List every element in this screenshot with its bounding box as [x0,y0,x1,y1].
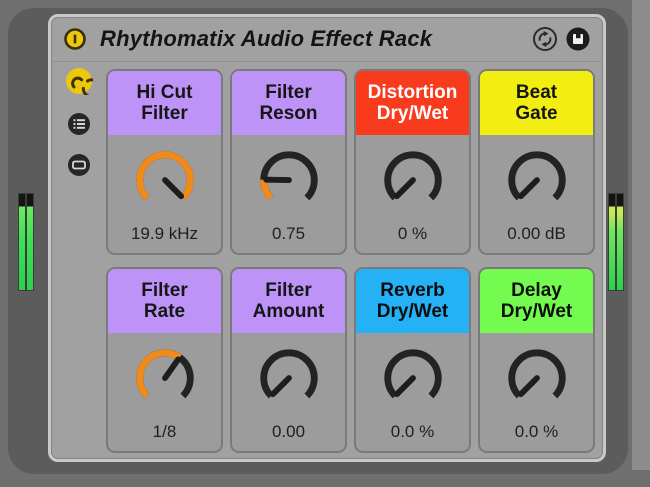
macro-name-line2: Rate [143,301,186,322]
macro-name-line2: Gate [515,103,558,124]
macro-knob[interactable] [254,345,324,415]
macro-control-hi-cut-filter: Hi Cut Filter 19.9 kHz [106,69,223,255]
macro-knob[interactable] [130,147,200,217]
macro-value[interactable]: 19.9 kHz [108,224,221,244]
meter-bar [617,194,623,290]
macro-name-line2: Dry/Wet [376,103,449,124]
knob-pointer [393,177,416,200]
macro-knob[interactable] [502,147,572,217]
macro-body: 0.0 % [480,333,593,451]
macro-name-line1: Filter [265,82,312,103]
device-activator-button[interactable] [63,27,87,51]
macro-name-label: Reverb Dry/Wet [356,269,469,333]
rack-title-bar: Rhythomatix Audio Effect Rack [51,17,603,62]
macro-spiral-icon [66,68,102,99]
save-preset-icon [566,27,590,51]
macro-value[interactable]: 0.0 % [480,422,593,442]
macro-value[interactable]: 0.00 [232,422,345,442]
macro-body: 0.00 [232,333,345,451]
macro-name-line2: Amount [252,301,325,322]
audio-effect-rack: Rhythomatix Audio Effect Rack Hi Cut Fil… [48,14,606,462]
macro-name-line1: Beat [515,82,558,103]
macro-grid: Hi Cut Filter 19.9 kHz Filter Reson 0.75 [106,69,595,453]
macro-knob[interactable] [378,147,448,217]
macro-control-filter-reson: Filter Reson 0.75 [230,69,347,255]
macro-name-label: Hi Cut Filter [108,71,221,135]
show-macros-button[interactable] [65,67,102,100]
macro-name-line1: Filter [265,280,312,301]
macro-body: 19.9 kHz [108,135,221,253]
knob-ring [507,349,566,399]
macro-name-label: Distortion Dry/Wet [356,71,469,135]
macro-name-label: Filter Rate [108,269,221,333]
knob-pointer [161,356,181,381]
macro-name-label: Beat Gate [480,71,593,135]
macro-value[interactable]: 0.0 % [356,422,469,442]
rack-title[interactable]: Rhythomatix Audio Effect Rack [100,26,432,52]
show-devices-button[interactable] [67,153,91,182]
macro-knob[interactable] [254,147,324,217]
rack-view-sidebar [61,67,102,182]
device-view-right-gutter [632,0,650,470]
macro-body: 0.75 [232,135,345,253]
knob-ring [383,349,442,399]
chain-list-icon [68,113,90,135]
macro-control-delay-dry-wet: Delay Dry/Wet 0.0 % [478,267,595,453]
show-chain-list-button[interactable] [67,112,91,141]
knob-ring [507,151,566,201]
knob-pointer [517,177,540,200]
macro-name-line2: Filter [141,103,188,124]
knob-ring [259,349,318,399]
knob-value-arc [135,151,194,201]
macro-value[interactable]: 0 % [356,224,469,244]
macro-name-line1: Filter [141,280,188,301]
macro-value[interactable]: 0.00 dB [480,224,593,244]
macro-knob[interactable] [130,345,200,415]
macro-value[interactable]: 0.75 [232,224,345,244]
macro-body: 0.00 dB [480,135,593,253]
hot-swap-icon [533,27,557,51]
macro-name-line1: Distortion [367,82,458,103]
macro-body: 0.0 % [356,333,469,451]
macro-body: 0 % [356,135,469,253]
output-meter-right [609,194,623,290]
save-preset-button[interactable] [565,26,591,52]
devices-icon [68,154,90,176]
knob-pointer [269,375,292,398]
knob-ring [383,151,442,201]
macro-name-label: Filter Amount [232,269,345,333]
hot-swap-button[interactable] [532,26,558,52]
ableton-device-view: Rhythomatix Audio Effect Rack Hi Cut Fil… [0,0,650,487]
meter-bar [19,194,25,290]
macro-knob[interactable] [378,345,448,415]
macro-name-line2: Reson [259,103,318,124]
macro-control-filter-amount: Filter Amount 0.00 [230,267,347,453]
macro-body: 1/8 [108,333,221,451]
macro-control-filter-rate: Filter Rate 1/8 [106,267,223,453]
macro-name-line1: Delay [511,280,562,301]
macro-name-line1: Hi Cut [136,82,193,103]
macro-name-line1: Reverb [380,280,445,301]
meter-bar [609,194,615,290]
macro-control-distortion-dry-wet: Distortion Dry/Wet 0 % [354,69,471,255]
macro-knob[interactable] [502,345,572,415]
macro-control-reverb-dry-wet: Reverb Dry/Wet 0.0 % [354,267,471,453]
knob-ring [259,151,318,201]
macro-name-label: Delay Dry/Wet [480,269,593,333]
power-icon [64,28,86,50]
macro-value[interactable]: 1/8 [108,422,221,442]
macro-control-beat-gate: Beat Gate 0.00 dB [478,69,595,255]
input-meter-left [19,194,33,290]
macro-name-label: Filter Reson [232,71,345,135]
device-view-panel: Rhythomatix Audio Effect Rack Hi Cut Fil… [8,8,628,474]
knob-pointer [393,375,416,398]
meter-bar [27,194,33,290]
knob-pointer [161,177,184,200]
macro-name-line2: Dry/Wet [500,301,573,322]
macro-name-line2: Dry/Wet [376,301,449,322]
knob-pointer [517,375,540,398]
